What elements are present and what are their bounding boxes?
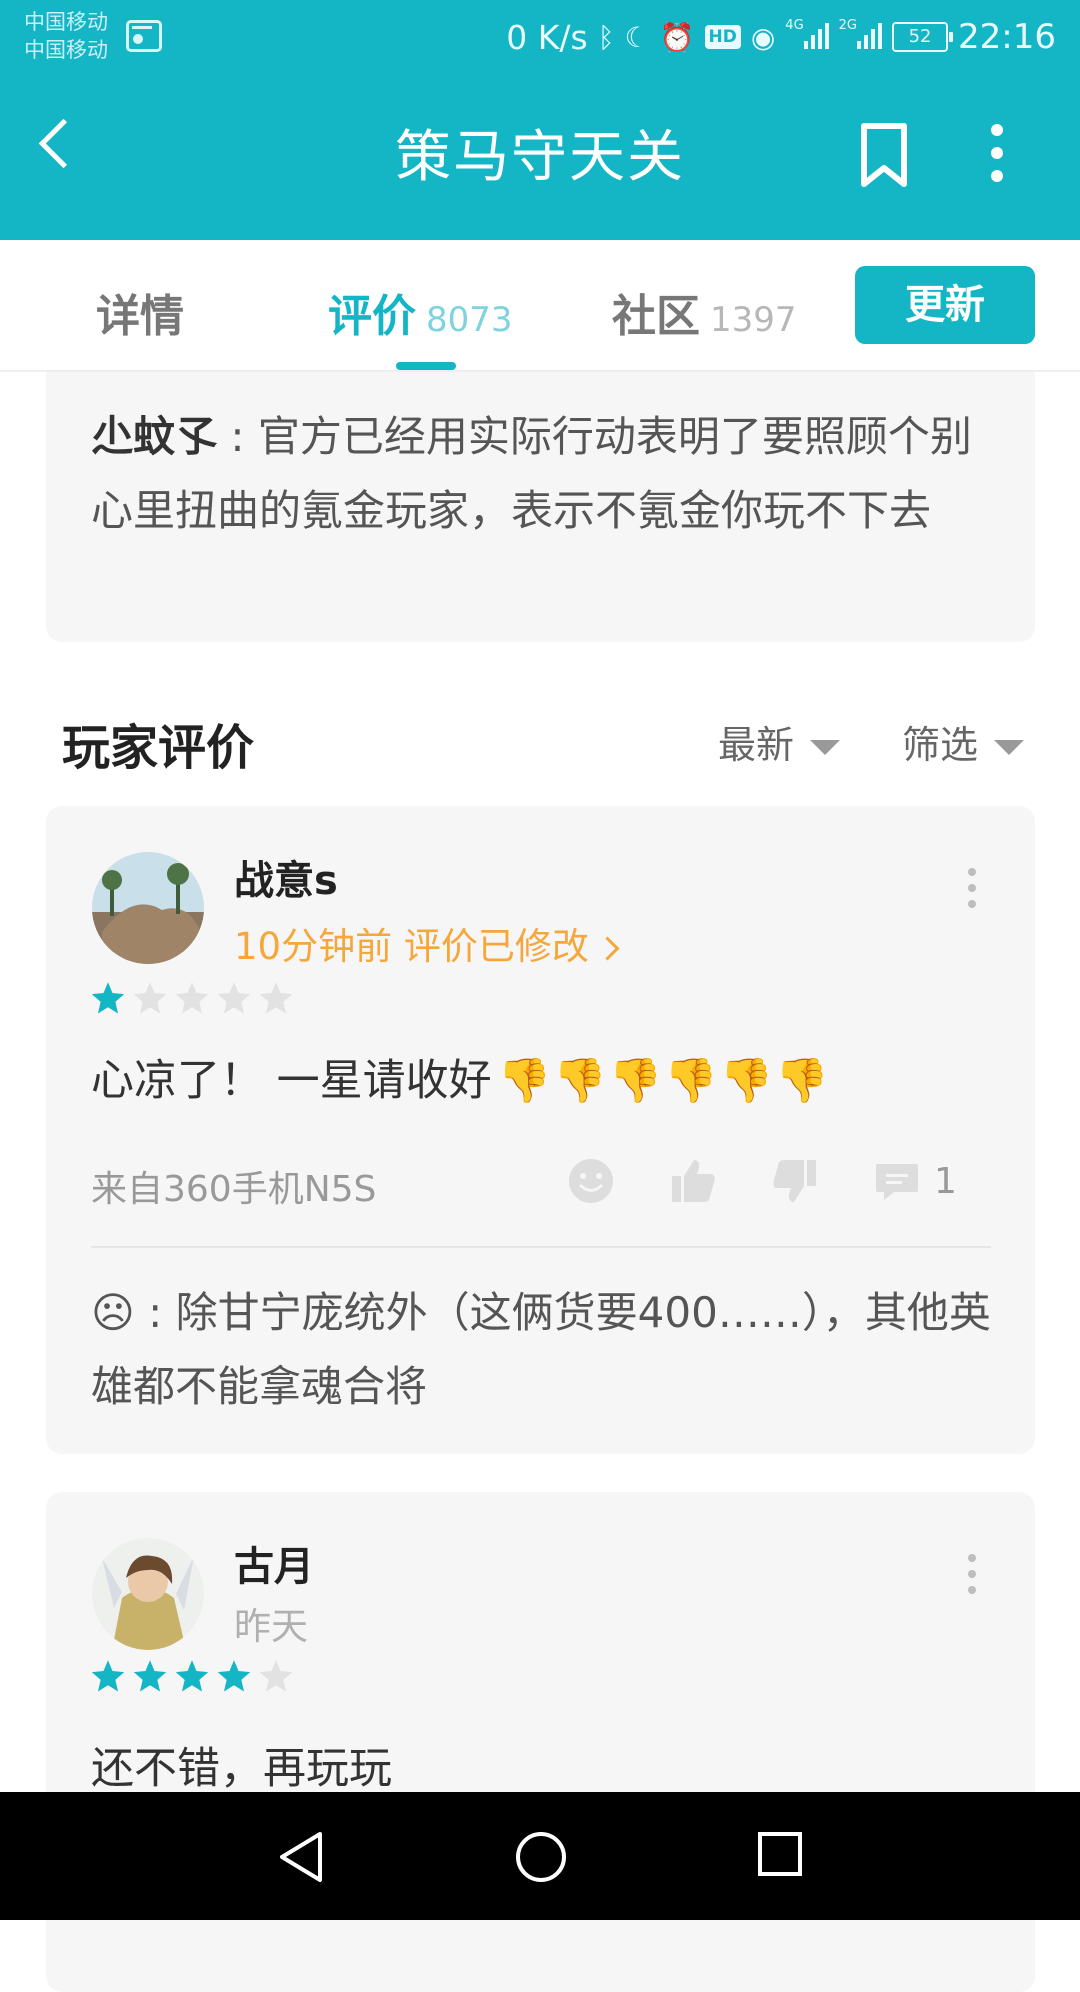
star-rating [90, 1658, 294, 1694]
carrier-2: 中国移动 [24, 38, 108, 62]
carrier-1: 中国移动 [24, 10, 108, 34]
review-text: 还不错，再玩玩 [91, 1744, 392, 1794]
star-filled-icon [91, 1660, 125, 1692]
radio-icon [126, 20, 162, 52]
username[interactable]: 战意s [234, 848, 338, 906]
dropdown-arrow-icon [810, 740, 841, 755]
status-bar: 中国移动 中国移动 0 K/s ᛒ ☾ ⏰ HD ◉ 4G 2G 52 22:1… [0, 0, 1080, 76]
star-empty-icon [259, 1660, 293, 1692]
dropdown-arrow-icon [994, 740, 1025, 755]
comment-icon[interactable] [872, 1156, 922, 1206]
hd-icon: HD [704, 25, 741, 49]
page-title: 策马守天关 [395, 125, 685, 190]
review-meta: 昨天 [234, 1605, 308, 1648]
review-meta[interactable]: 10分钟前 评价已修改 [234, 916, 620, 970]
star-empty-icon [259, 982, 293, 1014]
comment-count: 1 [934, 1160, 957, 1202]
star-empty-icon [175, 982, 209, 1014]
alarm-icon: ⏰ [659, 20, 695, 54]
bluetooth-icon: ᛒ [597, 20, 615, 54]
section-title: 玩家评价 [62, 720, 255, 776]
review-actions: 1 [566, 1156, 957, 1206]
star-filled-icon [217, 1660, 251, 1692]
username[interactable]: 古月 [234, 1534, 314, 1592]
thumbs-up-icon[interactable] [668, 1156, 718, 1206]
update-button[interactable]: 更新 [855, 266, 1035, 344]
more-options-icon[interactable] [990, 124, 1004, 184]
reviews-count: 8073 [426, 300, 513, 340]
thumbs-down-emojis: 👎👎👎👎👎👎 [497, 1056, 831, 1106]
system-nav-bar [0, 1792, 1080, 1920]
divider [91, 1246, 991, 1248]
star-rating [90, 980, 294, 1016]
chevron-right-icon [595, 936, 620, 961]
star-filled-icon [175, 1660, 209, 1692]
reply-author[interactable]: 尐蚊孓 [91, 412, 217, 461]
star-empty-icon [133, 982, 167, 1014]
carrier-info: 中国移动 中国移动 [24, 8, 108, 64]
review-text: 心凉了！ 一星请收好 👎👎👎👎👎👎 [91, 1056, 831, 1106]
star-filled-icon [133, 1660, 167, 1692]
sad-face-icon: ☹ [91, 1288, 135, 1337]
app-header: 中国移动 中国移动 0 K/s ᛒ ☾ ⏰ HD ◉ 4G 2G 52 22:1… [0, 0, 1080, 240]
filter-dropdown[interactable]: 筛选 [902, 714, 1025, 769]
status-icons: 0 K/s ᛒ ☾ ⏰ HD ◉ 4G 2G 52 22:16 [506, 12, 1056, 62]
star-empty-icon [217, 982, 251, 1014]
nav-back-icon[interactable] [276, 1830, 326, 1884]
battery-icon: 52 [892, 22, 954, 52]
active-tab-indicator [396, 362, 456, 370]
star-filled-icon [91, 982, 125, 1014]
avatar[interactable] [92, 852, 204, 964]
nav-recents-icon[interactable] [756, 1830, 804, 1878]
device-info: 来自360手机N5S [91, 1169, 377, 1210]
clock: 22:16 [958, 17, 1056, 57]
tab-community[interactable]: 社区 1397 [612, 280, 797, 344]
moon-icon: ☾ [624, 20, 650, 54]
sort-dropdown[interactable]: 最新 [718, 714, 841, 769]
review-more-icon[interactable] [968, 868, 976, 916]
sub-reply: ☹ : 除甘宁庞统外（这俩货要400……），其他英雄都不能拿魂合将 [91, 1288, 991, 1411]
tab-details[interactable]: 详情 [96, 280, 184, 344]
signal-4g: 4G [785, 18, 829, 57]
nav-home-icon[interactable] [514, 1830, 568, 1884]
thumbs-down-icon[interactable] [770, 1156, 820, 1206]
bookmark-icon[interactable] [860, 122, 908, 188]
signal-bars-icon [857, 19, 883, 49]
review-card: 战意s 10分钟前 评价已修改 心凉了！ 一星请收好 👎👎👎👎👎👎 来自360手机… [46, 806, 1035, 1454]
avatar[interactable] [92, 1538, 204, 1650]
community-count: 1397 [710, 300, 797, 340]
tab-reviews[interactable]: 评价 8073 [328, 280, 513, 344]
reply-card: 尐蚊孓 : 官方已经用实际行动表明了要照顾个别心里扭曲的氪金玩家，表示不氪金你玩… [46, 372, 1035, 642]
signal-2g: 2G [839, 18, 883, 57]
signal-bars-icon [803, 19, 829, 49]
reply-text: 尐蚊孓 : 官方已经用实际行动表明了要照顾个别心里扭曲的氪金玩家，表示不氪金你玩… [91, 412, 972, 535]
eye-icon: ◉ [750, 20, 776, 54]
review-more-icon[interactable] [968, 1554, 976, 1602]
emoji-reaction-icon[interactable] [566, 1156, 616, 1206]
network-speed: 0 K/s [506, 17, 588, 57]
